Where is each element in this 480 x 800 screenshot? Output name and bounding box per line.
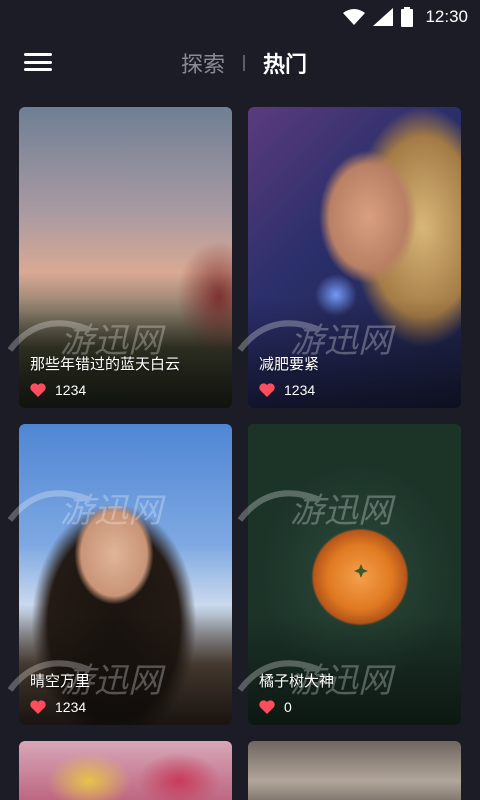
feed-card[interactable]	[248, 741, 461, 800]
card-title: 橘子树大神	[259, 672, 335, 690]
card-likes[interactable]: 0	[259, 699, 292, 715]
card-title: 晴空万里	[30, 672, 91, 690]
like-count: 1234	[55, 382, 87, 398]
battery-icon	[401, 7, 414, 27]
orange-stem-icon	[354, 564, 368, 578]
like-count: 0	[284, 699, 292, 715]
heart-icon[interactable]	[30, 700, 46, 714]
heart-icon[interactable]	[259, 700, 275, 714]
card-likes[interactable]: 1234	[259, 382, 315, 398]
card-likes[interactable]: 1234	[30, 382, 86, 398]
status-time: 12:30	[425, 7, 468, 26]
cell-signal-icon	[373, 8, 394, 26]
card-photo	[19, 741, 232, 800]
tab-bar: 探索 热门	[0, 46, 480, 80]
feed-card[interactable]	[19, 741, 232, 800]
tab-divider	[243, 55, 245, 71]
feed-card[interactable]: 减肥要紧 1234	[248, 107, 461, 408]
heart-icon[interactable]	[259, 383, 275, 397]
wifi-icon	[343, 8, 366, 26]
like-count: 1234	[55, 699, 87, 715]
tab-popular[interactable]: 热门	[263, 47, 307, 79]
like-count: 1234	[284, 382, 316, 398]
status-bar: 12:30	[0, 0, 480, 34]
feed-card[interactable]: 橘子树大神 0	[248, 424, 461, 725]
card-photo	[248, 741, 461, 800]
card-title: 减肥要紧	[259, 355, 320, 373]
tab-explore[interactable]: 探索	[181, 47, 225, 79]
feed-card[interactable]: 晴空万里 1234	[19, 424, 232, 725]
heart-icon[interactable]	[30, 383, 46, 397]
feed-card[interactable]: 那些年错过的蓝天白云 1234	[19, 107, 232, 408]
card-likes[interactable]: 1234	[30, 699, 86, 715]
card-title: 那些年错过的蓝天白云	[30, 355, 181, 373]
top-header: 探索 热门	[0, 34, 480, 94]
